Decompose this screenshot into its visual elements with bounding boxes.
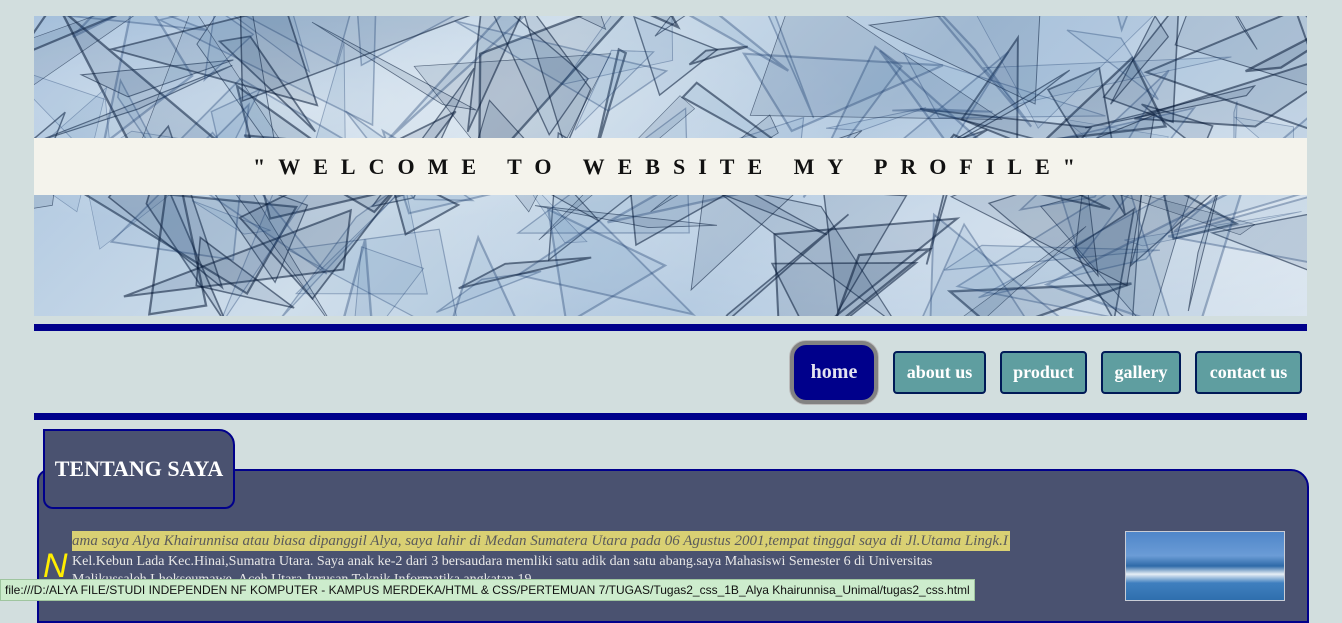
nav-home-button[interactable]: home <box>790 341 878 404</box>
bottom-divider <box>34 413 1307 420</box>
intro-text-line: Kel.Kebun Lada Kec.Hinai,Sumatra Utara. … <box>72 554 933 569</box>
nav-about-us-button[interactable]: about us <box>893 351 986 394</box>
top-divider <box>34 324 1307 331</box>
header-banner: "WELCOME TO WEBSITE MY PROFILE" <box>34 16 1307 316</box>
section-heading: TENTANG SAYA <box>43 429 235 509</box>
nav-gallery-button[interactable]: gallery <box>1101 351 1181 394</box>
nav-contact-us-button[interactable]: contact us <box>1195 351 1302 394</box>
intro-text-highlighted: ama saya Alya Khairunnisa atau biasa dip… <box>72 531 1010 551</box>
banner-strip: "WELCOME TO WEBSITE MY PROFILE" <box>34 138 1307 195</box>
status-bar-url: file:///D:/ALYA FILE/STUDI INDEPENDEN NF… <box>0 579 975 601</box>
banner-title: "WELCOME TO WEBSITE MY PROFILE" <box>253 153 1088 179</box>
nav-product-button[interactable]: product <box>1000 351 1087 394</box>
beach-photo <box>1125 531 1285 601</box>
